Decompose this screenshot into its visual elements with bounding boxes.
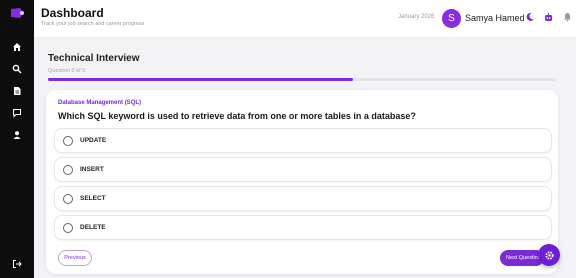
answer-option[interactable]: UPDATE xyxy=(54,128,552,153)
progress-bar-fill xyxy=(48,78,353,81)
radio-button[interactable] xyxy=(63,194,73,204)
answer-option-label: UPDATE xyxy=(80,137,107,144)
username[interactable]: Samya Hamed xyxy=(465,13,525,23)
question-progress-label: Question 3 of 5 xyxy=(48,68,86,74)
previous-button[interactable]: Previous xyxy=(58,250,92,266)
radio-button[interactable] xyxy=(63,136,73,146)
search-icon[interactable] xyxy=(10,62,24,76)
answer-option-label: INSERT xyxy=(80,166,104,173)
page-subtitle: Track your job search and career progres… xyxy=(41,21,145,27)
progress-bar xyxy=(48,78,556,81)
settings-fab[interactable] xyxy=(538,244,560,266)
answer-option[interactable]: INSERT xyxy=(54,157,552,182)
robot-icon[interactable] xyxy=(542,11,554,23)
answer-option[interactable]: SELECT xyxy=(54,186,552,211)
sidebar xyxy=(0,0,34,278)
user-icon[interactable] xyxy=(10,128,24,142)
question-text: Which SQL keyword is used to retrieve da… xyxy=(58,111,416,121)
radio-button[interactable] xyxy=(63,165,73,175)
answer-option-label: SELECT xyxy=(80,195,106,202)
radio-button[interactable] xyxy=(63,223,73,233)
logout-icon[interactable] xyxy=(10,257,24,271)
moon-icon[interactable] xyxy=(524,11,536,23)
question-category: Database Management (SQL) xyxy=(58,100,142,106)
avatar[interactable]: S xyxy=(442,9,461,28)
page-title: Dashboard xyxy=(41,6,104,20)
bell-icon[interactable] xyxy=(561,11,573,23)
chat-icon[interactable] xyxy=(10,106,24,120)
question-card: Database Management (SQL) Which SQL keyw… xyxy=(46,90,558,274)
answer-option[interactable]: DELETE xyxy=(54,215,552,240)
gear-icon xyxy=(544,250,554,260)
logo-icon xyxy=(11,8,24,18)
document-icon[interactable] xyxy=(10,84,24,98)
top-bar: Dashboard Track your job search and care… xyxy=(34,0,576,38)
home-icon[interactable] xyxy=(10,40,24,54)
current-date: January 2026 xyxy=(398,14,435,20)
answer-option-label: DELETE xyxy=(80,224,106,231)
interview-title: Technical Interview xyxy=(48,53,140,64)
